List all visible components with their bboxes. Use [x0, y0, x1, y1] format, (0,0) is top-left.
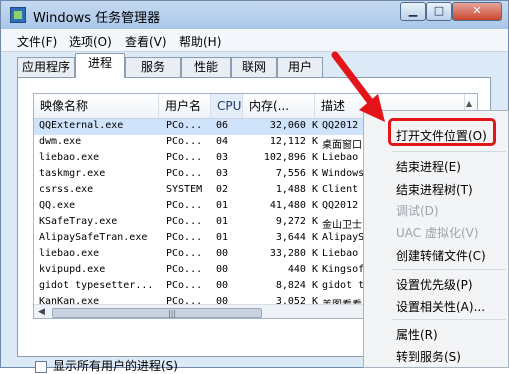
menu-set-priority[interactable]: 设置优先级(P): [396, 276, 473, 293]
tab-services[interactable]: 服务: [125, 57, 181, 77]
close-button[interactable]: ✕: [452, 2, 502, 21]
table-cell-mem: 102,896 K: [263, 152, 318, 163]
menu-set-affinity[interactable]: 设置相关性(A)...: [396, 298, 485, 315]
minimize-icon: ▁: [408, 4, 418, 17]
table-cell-name: QQ.exe: [39, 200, 76, 211]
column-user-name[interactable]: 用户名: [159, 94, 211, 118]
tab-users[interactable]: 用户: [277, 57, 323, 77]
column-memory[interactable]: 内存(...: [243, 94, 315, 118]
menu-bar: 文件(F) 选项(O) 查看(V) 帮助(H): [1, 29, 508, 52]
menu-view[interactable]: 查看(V): [125, 33, 167, 50]
show-all-users-checkbox[interactable]: 显示所有用户的进程(S): [35, 357, 178, 374]
minimize-button[interactable]: ▁: [400, 2, 426, 21]
table-cell-cpu: 01: [216, 216, 229, 227]
table-cell-user: PCo...: [166, 152, 203, 163]
table-cell-user: SYSTEM: [166, 184, 203, 195]
sort-up-icon: ▲: [466, 99, 473, 108]
table-cell-user: PCo...: [166, 248, 203, 259]
table-cell-mem: 1,488 K: [275, 184, 318, 195]
menu-separator: [392, 319, 506, 320]
task-manager-icon: [10, 7, 26, 23]
table-cell-user: PCo...: [166, 136, 203, 147]
menu-create-dump-file[interactable]: 创建转储文件(C): [396, 247, 486, 264]
table-cell-cpu: 02: [216, 184, 229, 195]
table-cell-name: taskmgr.exe: [39, 168, 106, 179]
menu-file[interactable]: 文件(F): [17, 33, 57, 50]
column-image-name[interactable]: 映像名称: [34, 94, 159, 118]
table-cell-user: PCo...: [166, 216, 203, 227]
checkbox-icon[interactable]: [35, 360, 47, 373]
table-cell-cpu: 00: [216, 280, 229, 291]
table-cell-name: kvipupd.exe: [39, 264, 106, 275]
table-cell-cpu: 01: [216, 232, 229, 243]
horizontal-scroll-thumb[interactable]: |||: [52, 308, 262, 318]
table-cell-mem: 8,824 K: [275, 280, 318, 291]
maximize-icon: □: [433, 4, 445, 17]
table-cell-cpu: 06: [216, 120, 229, 131]
table-cell-name: AlipaySafeTran.exe: [39, 232, 148, 243]
table-cell-cpu: 01: [216, 200, 229, 211]
scroll-grip-icon: |||: [168, 309, 177, 318]
scroll-left-icon[interactable]: ◀: [38, 307, 45, 317]
table-cell-name: csrss.exe: [39, 184, 94, 195]
menu-end-process-tree[interactable]: 结束进程树(T): [396, 181, 473, 198]
table-cell-mem: 12,112 K: [269, 136, 318, 147]
table-cell-mem: 440 K: [287, 264, 318, 275]
table-cell-cpu: 03: [216, 152, 229, 163]
tab-processes[interactable]: 进程: [75, 53, 125, 78]
table-cell-user: PCo...: [166, 120, 203, 131]
table-cell-name: QQExternal.exe: [39, 120, 124, 131]
table-cell-user: PCo...: [166, 200, 203, 211]
menu-help[interactable]: 帮助(H): [179, 33, 221, 50]
tab-applications[interactable]: 应用程序: [17, 57, 75, 77]
table-cell-mem: 7,556 K: [275, 168, 318, 179]
table-cell-name: liebao.exe: [39, 152, 100, 163]
table-cell-name: liebao.exe: [39, 248, 100, 259]
menu-separator: [392, 269, 506, 270]
close-icon: ✕: [472, 4, 482, 17]
column-cpu[interactable]: CPU: [211, 94, 243, 118]
menu-uac-virtualization: UAC 虚拟化(V): [396, 226, 479, 240]
table-cell-name: gidot typesetter...: [39, 280, 154, 291]
table-cell-user: PCo...: [166, 232, 203, 243]
menu-separator: [392, 151, 506, 152]
table-cell-cpu: 00: [216, 248, 229, 259]
tab-strip: 应用程序 进程 服务 性能 联网 用户: [1, 51, 508, 78]
menu-go-to-service[interactable]: 转到服务(S): [396, 348, 461, 365]
highlight-box: [388, 118, 496, 146]
tab-networking[interactable]: 联网: [231, 57, 277, 77]
context-menu: 打开文件位置(O) 结束进程(E) 结束进程树(T) 调试(D) UAC 虚拟化…: [363, 110, 509, 368]
table-cell-mem: 32,060 K: [269, 120, 318, 131]
table-cell-user: PCo...: [166, 264, 203, 275]
menu-options[interactable]: 选项(O): [69, 33, 112, 50]
table-cell-name: KSafeTray.exe: [39, 216, 118, 227]
menu-properties[interactable]: 属性(R): [396, 326, 438, 343]
show-all-users-label: 显示所有用户的进程(S): [53, 359, 178, 373]
table-cell-mem: 9,272 K: [275, 216, 318, 227]
table-cell-cpu: 00: [216, 264, 229, 275]
table-cell-mem: 33,280 K: [269, 248, 318, 259]
maximize-button[interactable]: □: [426, 2, 452, 21]
table-cell-user: PCo...: [166, 280, 203, 291]
table-cell-mem: 41,480 K: [269, 200, 318, 211]
title-bar[interactable]: Windows 任务管理器 ▁ □ ✕: [1, 1, 508, 29]
window-title: Windows 任务管理器: [33, 11, 161, 26]
menu-end-process[interactable]: 结束进程(E): [396, 158, 461, 175]
table-cell-cpu: 04: [216, 136, 229, 147]
table-cell-name: dwm.exe: [39, 136, 82, 147]
menu-debug: 调试(D): [396, 204, 439, 218]
tab-performance[interactable]: 性能: [181, 57, 231, 77]
table-cell-user: PCo...: [166, 168, 203, 179]
table-cell-mem: 3,644 K: [275, 232, 318, 243]
table-cell-cpu: 03: [216, 168, 229, 179]
